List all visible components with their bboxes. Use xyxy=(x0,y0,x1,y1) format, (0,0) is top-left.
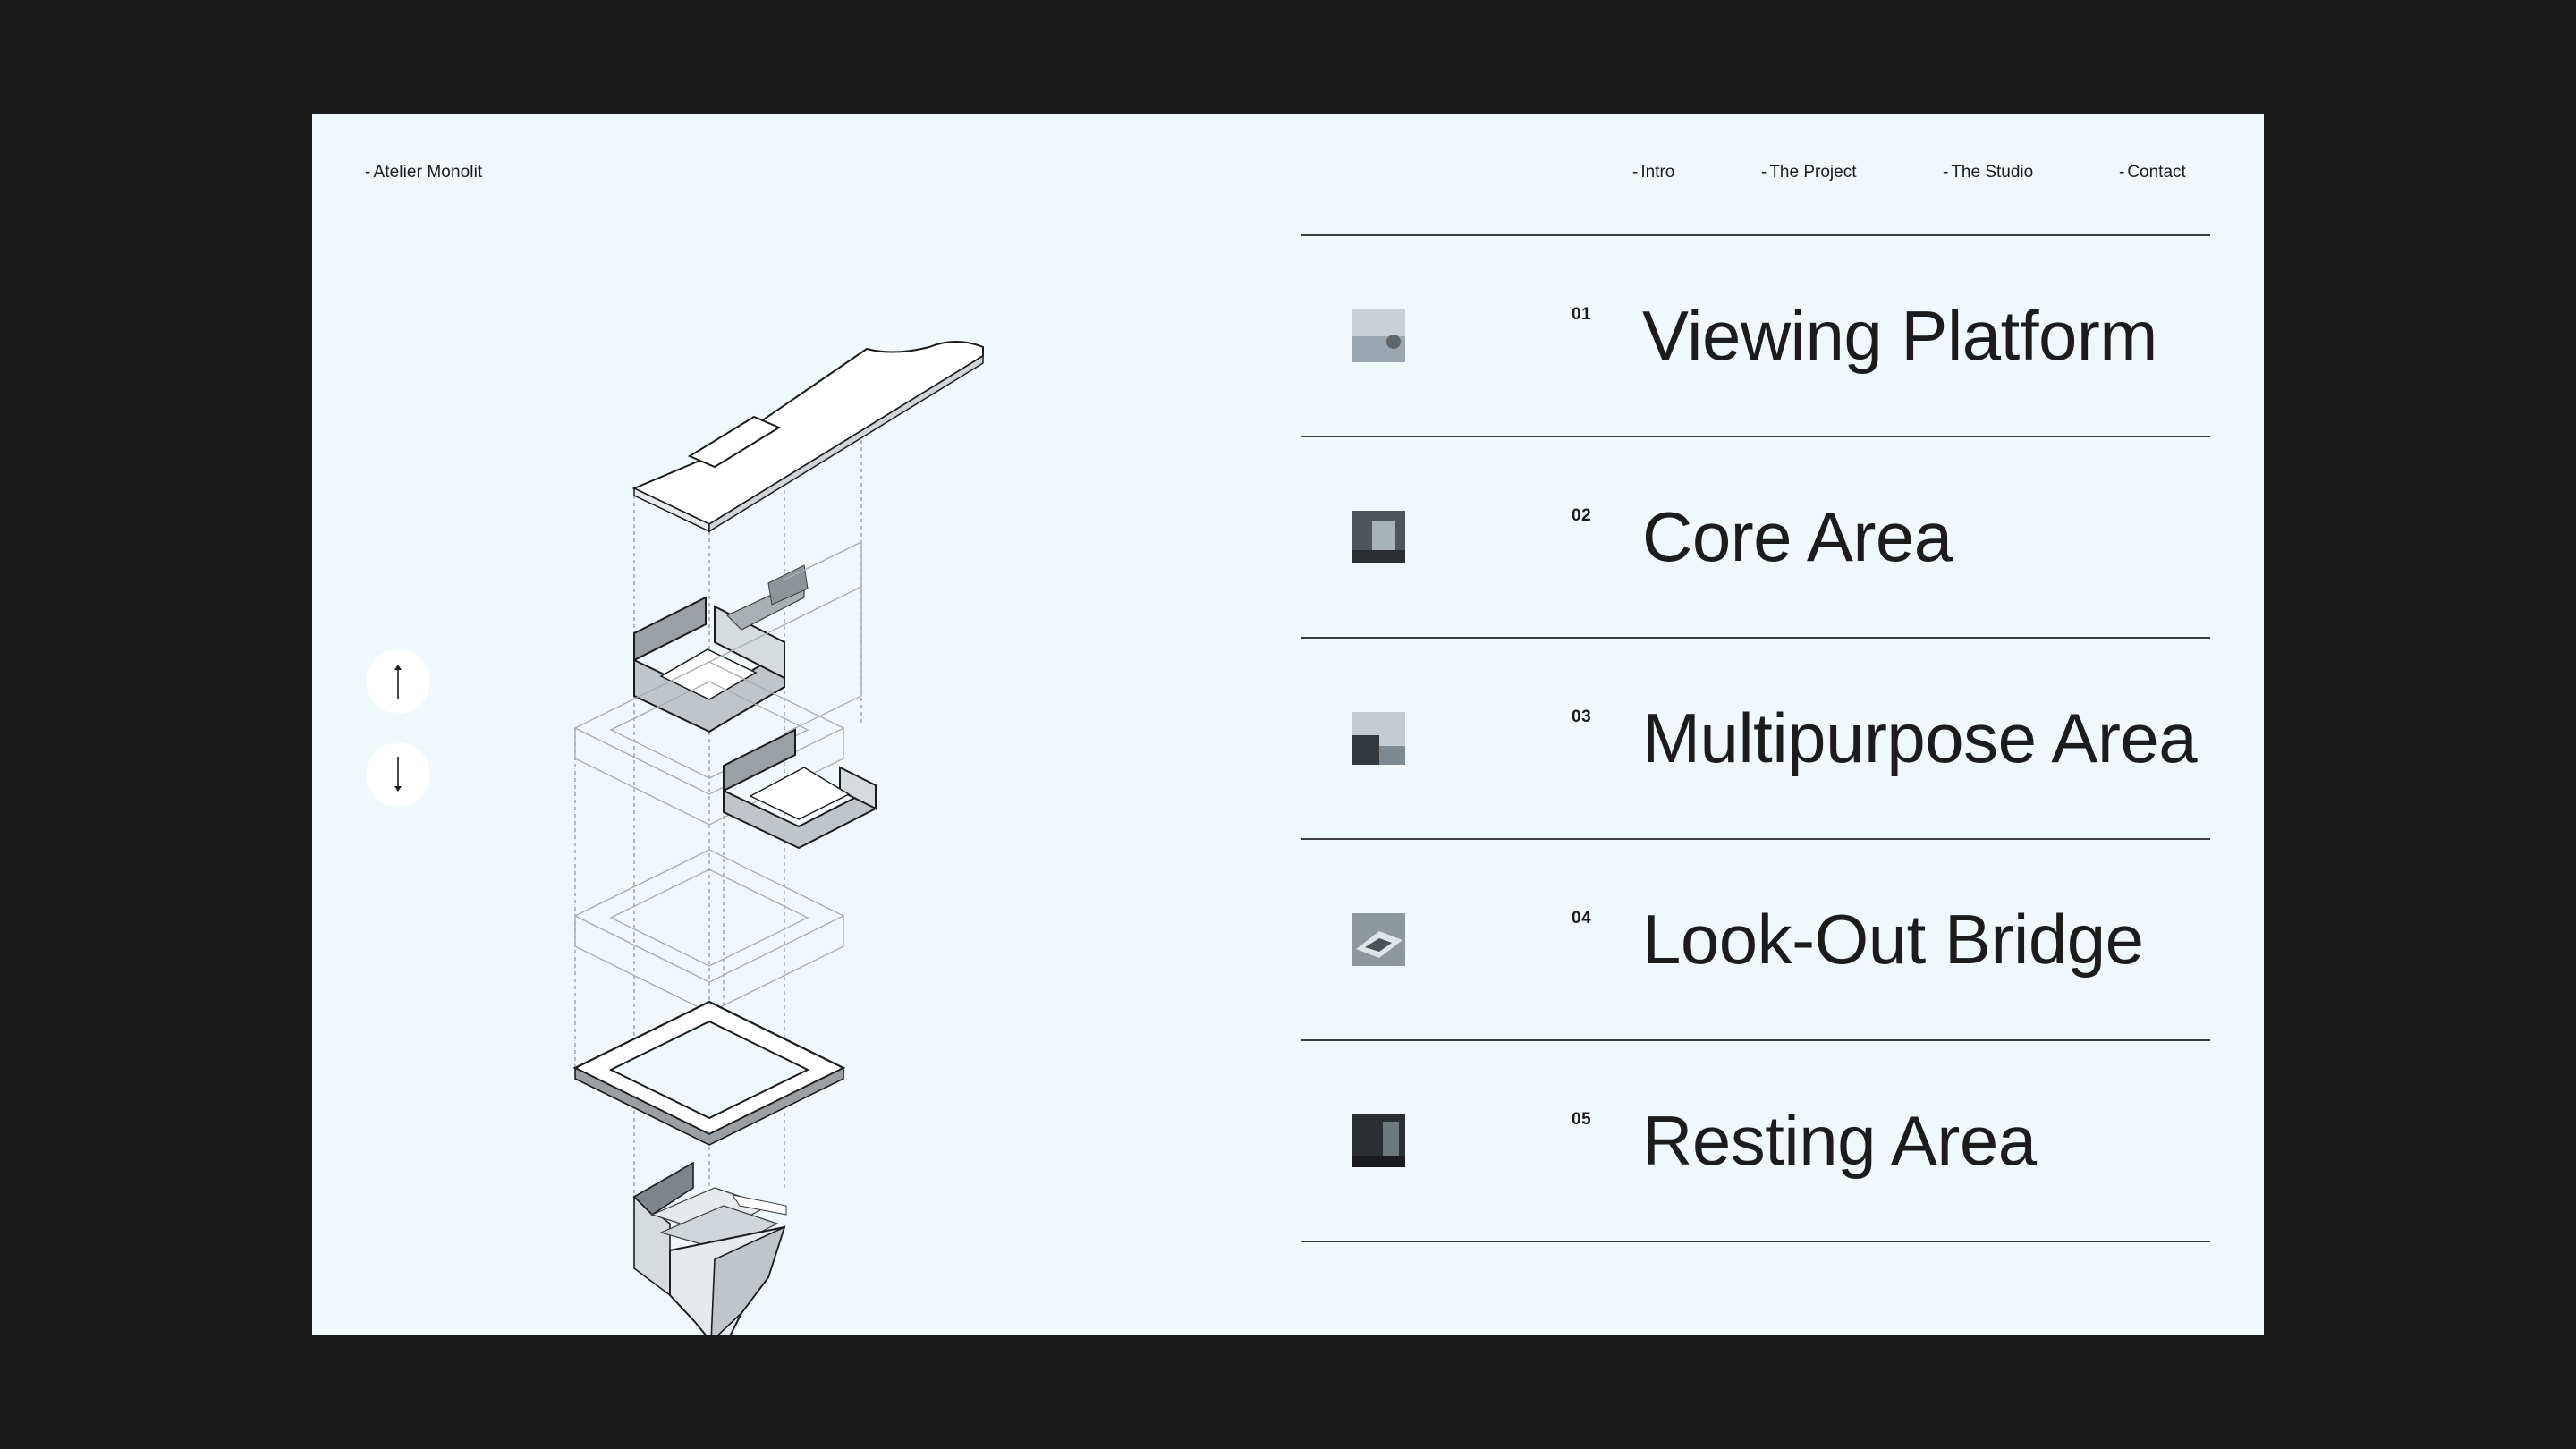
area-thumbnail xyxy=(1352,309,1405,362)
areas-list: 01 Viewing Platform 02 Core Area 03 Mult… xyxy=(1301,234,2210,1242)
nav-contact-label: Contact xyxy=(2127,163,2186,182)
area-row-multipurpose-area[interactable]: 03 Multipurpose Area xyxy=(1301,639,2210,840)
viewing-platform-slab xyxy=(631,341,984,533)
resting-area-rock xyxy=(632,1161,787,1335)
area-row-look-out-bridge[interactable]: 04 Look-Out Bridge xyxy=(1301,840,2210,1041)
area-title: Viewing Platform xyxy=(1642,296,2157,375)
arrow-down-icon xyxy=(394,757,402,792)
look-out-bridge-frame xyxy=(572,1000,846,1146)
area-row-viewing-platform[interactable]: 01 Viewing Platform xyxy=(1301,236,2210,437)
area-row-core-area[interactable]: 02 Core Area xyxy=(1301,437,2210,639)
nav-the-studio-label: The Studio xyxy=(1951,163,2034,182)
multipurpose-area-volume xyxy=(723,728,877,850)
area-number: 01 xyxy=(1572,305,1592,324)
nav-the-studio[interactable]: - The Studio xyxy=(1943,163,2033,182)
arrow-up-icon xyxy=(394,665,402,699)
area-thumbnail xyxy=(1352,712,1405,765)
area-title: Look-Out Bridge xyxy=(1642,900,2144,979)
area-number: 03 xyxy=(1572,708,1592,726)
page: - Atelier Monolit - Intro - The Project - Th… xyxy=(312,114,2264,1335)
main-nav: - Intro - The Project - The Studio - Contact xyxy=(312,163,2264,190)
area-title: Core Area xyxy=(1642,497,1953,576)
scroll-down-button[interactable] xyxy=(366,742,430,807)
scroll-up-button[interactable] xyxy=(366,649,430,714)
area-title: Multipurpose Area xyxy=(1642,699,2198,777)
area-number: 05 xyxy=(1572,1110,1592,1129)
area-title: Resting Area xyxy=(1642,1101,2037,1180)
nav-the-project[interactable]: - The Project xyxy=(1761,163,1856,182)
area-thumbnail xyxy=(1352,1114,1405,1167)
area-thumbnail xyxy=(1352,511,1405,564)
nav-intro-label: Intro xyxy=(1640,163,1675,182)
area-number: 04 xyxy=(1572,909,1592,928)
exploded-axonometric-diagram xyxy=(572,341,984,1335)
area-number: 02 xyxy=(1572,506,1592,525)
area-thumbnail xyxy=(1352,913,1405,966)
area-row-resting-area[interactable]: 05 Resting Area xyxy=(1301,1041,2210,1242)
nav-contact[interactable]: - Contact xyxy=(2119,163,2186,182)
core-area-volume xyxy=(633,564,809,733)
nav-intro[interactable]: - Intro xyxy=(1632,163,1674,182)
nav-the-project-label: The Project xyxy=(1769,163,1857,182)
